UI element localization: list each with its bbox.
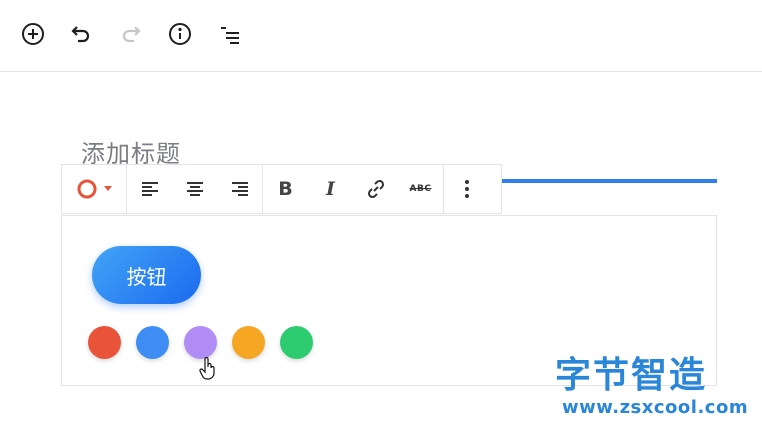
hand-cursor-icon [199,357,215,380]
watermark-title: 字节智造 [555,355,708,396]
list-outline-icon [221,27,239,44]
align-group [127,165,263,213]
swatch-blue[interactable] [136,326,169,359]
swatch-purple[interactable] [184,326,217,359]
watermark-url: www.zsxcool.com [562,397,749,418]
text-format-group: B I ABC [263,165,444,213]
color-picker-button[interactable] [62,165,126,213]
align-right-icon [231,182,248,196]
align-left-icon [141,182,158,196]
color-swatches [88,326,313,359]
color-group [62,165,127,213]
caret-down-icon [104,186,112,191]
redo-button[interactable] [117,20,145,48]
align-center-button[interactable] [172,165,217,213]
add-block-button[interactable] [19,20,47,48]
bold-button[interactable]: B [263,165,308,213]
italic-button[interactable]: I [308,165,353,213]
align-left-button[interactable] [127,165,172,213]
editor-top-toolbar [0,0,762,72]
undo-button[interactable] [67,20,95,48]
outline-button[interactable] [216,20,244,48]
link-button[interactable] [353,165,398,213]
block-format-toolbar: B I ABC [61,164,502,214]
more-group [444,165,489,213]
gradient-button[interactable]: 按钮 [92,246,201,304]
info-icon [169,23,191,45]
plus-circle-icon [22,23,44,45]
circle-color-icon [77,179,97,199]
link-icon [367,179,384,199]
title-focus-line [502,179,717,183]
info-button[interactable] [166,20,194,48]
swatch-red[interactable] [88,326,121,359]
undo-icon [71,26,90,43]
swatch-green[interactable] [280,326,313,359]
more-options-button[interactable] [444,165,489,213]
vertical-ellipsis-icon [464,180,469,198]
redo-icon [122,26,141,43]
swatch-orange[interactable] [232,326,265,359]
align-right-button[interactable] [217,165,262,213]
strikethrough-button[interactable]: ABC [398,165,443,213]
align-center-icon [186,182,203,196]
